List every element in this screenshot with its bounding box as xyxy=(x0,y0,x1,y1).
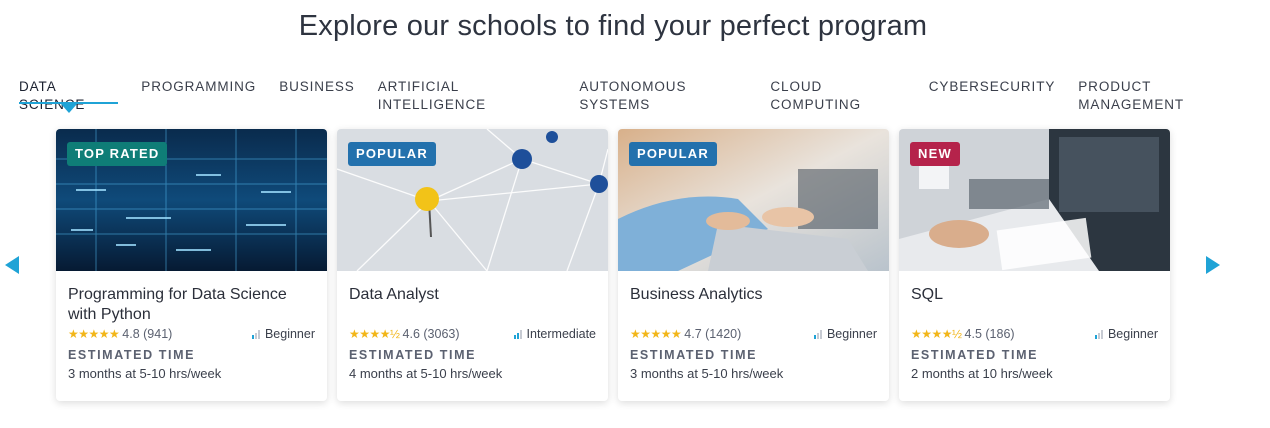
program-title: SQL xyxy=(911,286,944,303)
rating-value: 4.6 (3063) xyxy=(402,327,460,341)
new-badge: NEW xyxy=(910,142,960,166)
estimated-time-value: 2 months at 10 hrs/week xyxy=(911,366,1053,381)
school-tabs: DATA SCIENCE PROGRAMMING BUSINESS ARTIFI… xyxy=(19,78,1270,113)
estimated-time-value: 4 months at 5-10 hrs/week xyxy=(349,366,503,381)
estimated-time-value: 3 months at 5-10 hrs/week xyxy=(630,366,784,381)
tab-cloud-computing[interactable]: CLOUD COMPUTING xyxy=(770,78,905,112)
level-label: Beginner xyxy=(826,327,877,341)
tab-label: PROGRAMMING xyxy=(141,79,257,94)
program-rating: ★★★★★ 4.8 (941) xyxy=(68,327,172,341)
star-rating-icon: ★★★★★ xyxy=(630,327,682,341)
star-rating-icon: ★★★★★ xyxy=(68,327,120,341)
program-carousel: TOP RATED Programming for Data Science w… xyxy=(56,129,1180,401)
program-thumbnail: POPULAR xyxy=(618,129,889,271)
program-level: Beginner xyxy=(1094,327,1158,341)
level-bars-icon xyxy=(251,329,261,339)
program-level: Intermediate xyxy=(513,327,596,341)
program-card-python[interactable]: TOP RATED Programming for Data Science w… xyxy=(56,129,327,401)
tab-label: CYBERSECURITY xyxy=(928,79,1056,94)
level-label: Beginner xyxy=(264,327,315,341)
program-thumbnail: NEW xyxy=(899,129,1170,271)
tab-data-science[interactable]: DATA SCIENCE xyxy=(19,78,119,113)
level-label: Beginner xyxy=(1107,327,1158,341)
estimated-time-label: ESTIMATED TIME xyxy=(68,348,196,362)
star-rating-icon: ★★★★½ xyxy=(349,327,400,341)
tab-artificial-intelligence[interactable]: ARTIFICIAL INTELLIGENCE xyxy=(378,78,557,112)
tab-label: CLOUD COMPUTING xyxy=(770,79,861,112)
active-tab-caret xyxy=(60,104,77,113)
estimated-time-label: ESTIMATED TIME xyxy=(911,348,1039,362)
estimated-time-label: ESTIMATED TIME xyxy=(349,348,477,362)
program-title: Data Analyst xyxy=(349,286,439,303)
program-level: Beginner xyxy=(813,327,877,341)
rating-value: 4.7 (1420) xyxy=(684,327,742,341)
program-level: Beginner xyxy=(251,327,315,341)
program-card-business-analytics[interactable]: POPULAR Business Analytics ★★★★★ 4.7 (14… xyxy=(618,129,889,401)
tab-label: PRODUCT MANAGEMENT xyxy=(1078,79,1185,112)
level-bars-icon xyxy=(813,329,823,339)
level-label: Intermediate xyxy=(526,327,596,341)
tab-label: ARTIFICIAL INTELLIGENCE xyxy=(377,79,487,112)
page-heading: Explore our schools to find your perfect… xyxy=(298,10,928,42)
tab-product-management[interactable]: PRODUCT MANAGEMENT xyxy=(1078,78,1247,112)
level-bars-icon xyxy=(513,329,523,339)
program-thumbnail: POPULAR xyxy=(337,129,608,271)
star-rating-icon: ★★★★½ xyxy=(911,327,962,341)
level-bars-icon xyxy=(1094,329,1104,339)
tab-autonomous-systems[interactable]: AUTONOMOUS SYSTEMS xyxy=(579,78,747,112)
tab-label: BUSINESS xyxy=(279,79,355,94)
program-title: Business Analytics xyxy=(630,286,763,303)
rating-value: 4.8 (941) xyxy=(122,327,173,341)
program-card-data-analyst[interactable]: POPULAR Data Analyst ★★★★½ 4.6 (3063) In… xyxy=(337,129,608,401)
estimated-time-value: 3 months at 5-10 hrs/week xyxy=(68,366,222,381)
tab-programming[interactable]: PROGRAMMING xyxy=(141,78,256,104)
program-title: Programming for Data Science with Python xyxy=(68,286,287,323)
tab-label: AUTONOMOUS SYSTEMS xyxy=(579,79,687,112)
carousel-prev-arrow-icon[interactable] xyxy=(5,256,19,274)
tab-cybersecurity[interactable]: CYBERSECURITY xyxy=(929,78,1055,104)
carousel-next-arrow-icon[interactable] xyxy=(1206,256,1220,274)
program-rating: ★★★★½ 4.6 (3063) xyxy=(349,327,460,341)
top-rated-badge: TOP RATED xyxy=(67,142,168,166)
tab-business[interactable]: BUSINESS xyxy=(279,78,354,104)
program-rating: ★★★★★ 4.7 (1420) xyxy=(630,327,741,341)
program-rating: ★★★★½ 4.5 (186) xyxy=(911,327,1015,341)
program-card-sql[interactable]: NEW SQL ★★★★½ 4.5 (186) Beginner ESTIMAT… xyxy=(899,129,1170,401)
popular-badge: POPULAR xyxy=(629,142,717,166)
estimated-time-label: ESTIMATED TIME xyxy=(630,348,758,362)
program-thumbnail: TOP RATED xyxy=(56,129,327,271)
rating-value: 4.5 (186) xyxy=(964,327,1015,341)
popular-badge: POPULAR xyxy=(348,142,436,166)
